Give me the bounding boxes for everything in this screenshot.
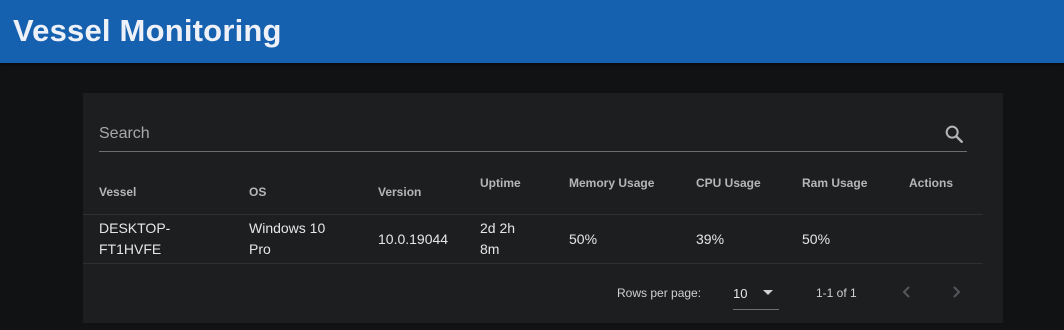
rows-per-page-label: Rows per page: xyxy=(617,286,702,300)
search-input[interactable]: Search xyxy=(99,115,967,152)
cell-os: Windows 10 Pro xyxy=(249,218,325,260)
vessel-name-line1: DESKTOP- xyxy=(99,220,171,236)
cell-version: 10.0.19044 xyxy=(378,231,449,247)
chevron-right-icon[interactable] xyxy=(948,284,964,300)
column-header-uptime[interactable]: Uptime xyxy=(480,176,521,190)
os-line2: Pro xyxy=(249,241,271,257)
pagination-range: 1-1 of 1 xyxy=(816,286,857,300)
search-placeholder: Search xyxy=(99,125,150,142)
uptime-line2: 8m xyxy=(480,241,500,257)
column-header-vessel[interactable]: Vessel xyxy=(99,185,136,199)
column-header-memory-usage[interactable]: Memory Usage xyxy=(569,176,654,190)
column-header-ram-usage[interactable]: Ram Usage xyxy=(802,176,867,190)
column-header-os[interactable]: OS xyxy=(249,185,266,199)
rows-per-page-select[interactable]: 10 xyxy=(733,280,779,310)
os-line1: Windows 10 xyxy=(249,220,326,236)
table-pagination: Rows per page: 10 1-1 of 1 xyxy=(83,264,1003,323)
column-header-cpu-usage[interactable]: CPU Usage xyxy=(696,176,761,190)
table-header: Vessel OS Version Uptime Memory Usage CP… xyxy=(83,165,983,215)
rows-per-page-value: 10 xyxy=(733,286,748,301)
vessel-table-card: Search Vessel OS Version Uptime Memory U… xyxy=(83,93,1003,323)
cell-memory-usage: 50% xyxy=(569,231,598,247)
app-bar: Vessel Monitoring xyxy=(0,0,1064,63)
cell-vessel: DESKTOP- FT1HVFE xyxy=(99,218,170,260)
uptime-line1: 2d 2h xyxy=(480,220,516,236)
chevron-down-icon xyxy=(763,290,773,295)
cell-uptime: 2d 2h 8m xyxy=(480,218,515,260)
vessel-name-line2: FT1HVFE xyxy=(99,241,162,257)
cell-ram-usage: 50% xyxy=(802,231,831,247)
search-icon[interactable] xyxy=(943,123,965,145)
column-header-actions: Actions xyxy=(909,176,954,190)
page-title: Vessel Monitoring xyxy=(13,13,282,48)
column-header-version[interactable]: Version xyxy=(378,185,421,199)
cell-cpu-usage: 39% xyxy=(696,231,725,247)
table-row[interactable]: DESKTOP- FT1HVFE Windows 10 Pro 10.0.190… xyxy=(83,215,983,264)
chevron-left-icon[interactable] xyxy=(899,284,915,300)
